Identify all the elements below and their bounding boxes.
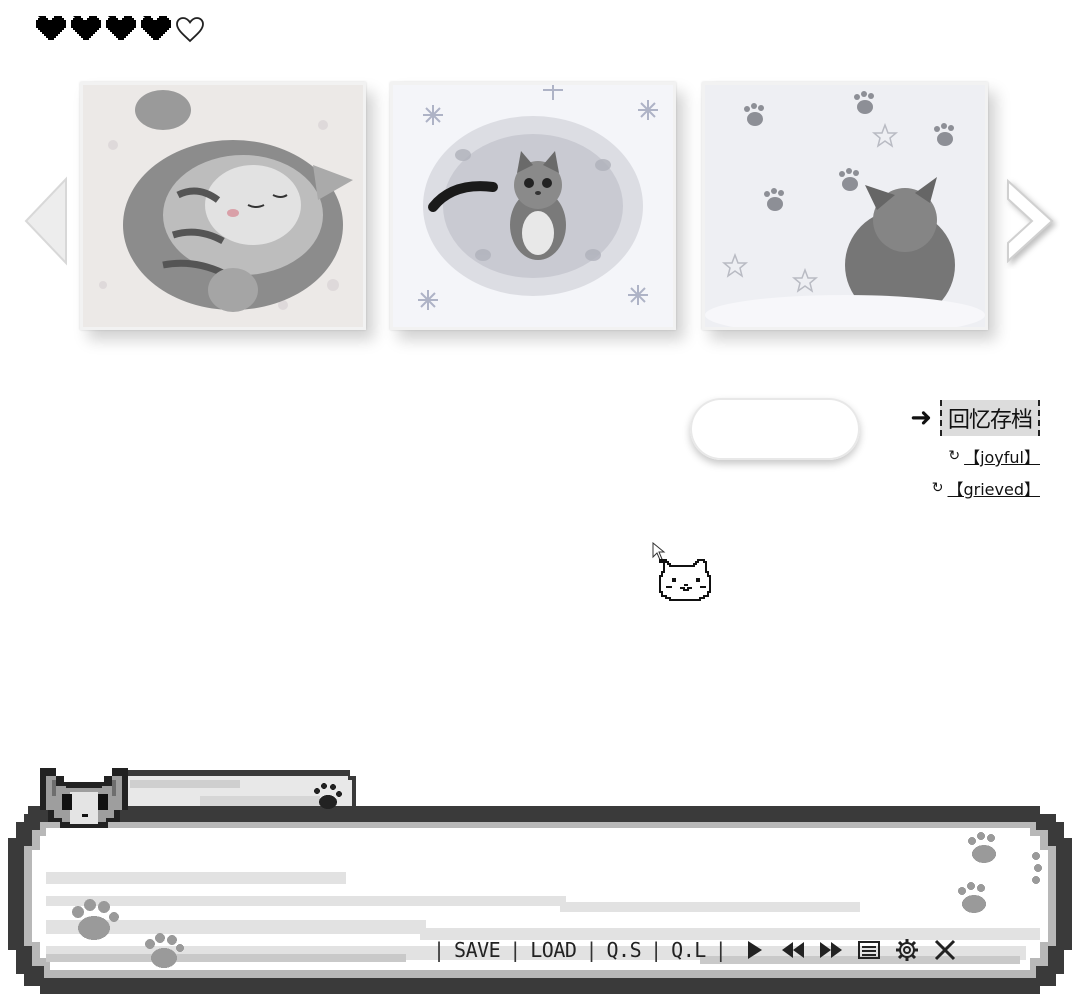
choice-button-blank[interactable] [690, 398, 860, 460]
heart-filled-icon [106, 16, 136, 42]
close-icon [934, 939, 955, 961]
cat-portrait [40, 768, 128, 828]
close-button[interactable] [932, 938, 958, 962]
chevron-right-icon [1007, 178, 1054, 264]
gallery-next-button[interactable] [1000, 173, 1054, 269]
toolbar-separator: | [585, 938, 598, 962]
gear-icon [895, 939, 918, 961]
quick-menu-bar: | SAVE | LOAD | Q.S | Q.L | [424, 938, 964, 962]
chevron-left-icon [24, 176, 67, 266]
backlog-button[interactable] [856, 938, 882, 962]
arrow-pointer-icon: ➜ [910, 403, 932, 433]
memory-option-joyful[interactable]: ↻ 【joyful】 [910, 444, 1040, 468]
snow-paw-kitten-image [705, 85, 985, 327]
sleeping-kitten-image [83, 85, 363, 327]
refresh-icon: ↻ [931, 480, 944, 496]
settings-button[interactable] [894, 938, 920, 962]
gallery-card-1[interactable] [80, 82, 366, 330]
heart-filled-icon [71, 16, 101, 42]
menu-icon [857, 941, 880, 959]
gallery-card-2[interactable] [390, 82, 676, 330]
lives-indicator [34, 14, 206, 44]
quick-load-button[interactable]: Q.L [671, 938, 706, 962]
toolbar-separator: | [509, 938, 522, 962]
snowflake-kitten-image [393, 85, 673, 327]
gallery-card-3[interactable] [702, 82, 988, 330]
play-icon [747, 941, 762, 959]
rewind-icon [781, 942, 804, 958]
memory-option-grieved[interactable]: ↻ 【grieved】 [910, 476, 1040, 500]
memory-gallery [0, 78, 1080, 338]
gallery-prev-button[interactable] [22, 173, 70, 269]
heart-filled-icon [36, 16, 66, 42]
skip-button[interactable] [818, 938, 844, 962]
toolbar-separator: | [433, 938, 446, 962]
save-button[interactable]: SAVE [454, 938, 501, 962]
quick-save-button[interactable]: Q.S [606, 938, 641, 962]
memory-archive-title[interactable]: 回忆存档 [939, 400, 1040, 436]
cat-face-icon [659, 559, 711, 601]
toolbar-separator: | [650, 938, 663, 962]
fast-forward-icon [819, 942, 842, 958]
rewind-button[interactable] [780, 938, 806, 962]
refresh-icon: ↻ [948, 448, 961, 464]
memory-option-label: 【grieved】 [947, 480, 1041, 499]
memory-archive-menu: ➜ 回忆存档 ↻ 【joyful】 ↻ 【grieved】 [910, 400, 1040, 500]
dialog-box: | SAVE | LOAD | Q.S | Q.L | [0, 750, 1080, 996]
memory-option-label: 【joyful】 [964, 448, 1040, 467]
toolbar-separator: | [714, 938, 727, 962]
load-button[interactable]: LOAD [530, 938, 577, 962]
heart-outline-icon [176, 17, 204, 43]
heart-filled-icon [141, 16, 171, 42]
auto-play-button[interactable] [742, 938, 768, 962]
